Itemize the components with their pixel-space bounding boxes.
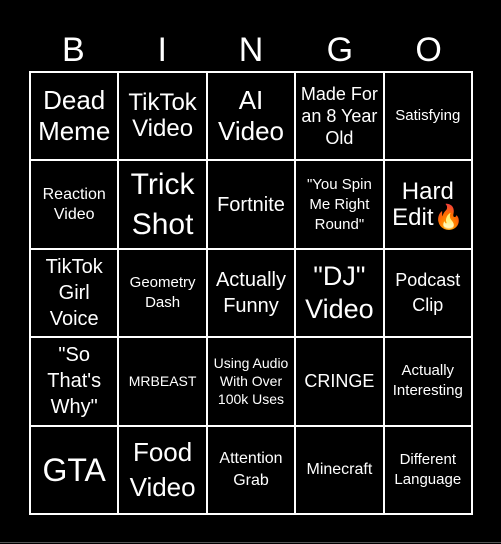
cell-label: CRINGE <box>304 371 375 392</box>
bingo-header: B I N G O <box>29 28 473 72</box>
bingo-cell-r4c5[interactable]: Actually Interesting <box>384 338 471 425</box>
cell-label: Food Video <box>129 436 196 502</box>
bingo-cell-r3c5[interactable]: Podcast Clip <box>384 249 471 337</box>
cell-label: "DJ" Video <box>305 260 374 324</box>
bingo-cell-r3c1[interactable]: TikTok Girl Voice <box>31 249 118 337</box>
cell-label: AI Video <box>217 85 284 147</box>
bingo-cell-r1c2[interactable]: TikTok Video <box>119 73 206 160</box>
bingo-board: Dead Meme TikTok Video AI Video Made For… <box>29 71 473 515</box>
cell-label: Dead Meme <box>38 85 111 147</box>
cell-label: "So That's Why" <box>47 344 102 419</box>
cell-label: Podcast Clip <box>395 269 461 315</box>
cell-label: Actually Interesting <box>392 362 463 400</box>
cell-label: Hard Edit🔥 <box>392 177 464 231</box>
bingo-cell-r3c2[interactable]: Geometry Dash <box>119 249 206 337</box>
header-letter-o: O <box>415 31 442 69</box>
bingo-cell-r5c1[interactable]: GTA <box>31 426 118 513</box>
cell-label: Minecraft <box>306 460 373 478</box>
bingo-cell-r5c5[interactable]: Different Language <box>384 426 471 513</box>
header-letter-n: N <box>238 31 264 69</box>
cell-label: Geometry Dash <box>129 273 196 311</box>
cell-label: GTA <box>42 451 106 488</box>
cell-label: Satisfying <box>395 107 461 125</box>
bingo-cell-r1c3[interactable]: AI Video <box>207 73 295 160</box>
cell-label: Fortnite <box>217 193 285 216</box>
bingo-cell-r3c3[interactable]: Actually Funny <box>207 249 295 337</box>
bingo-cell-r2c3[interactable]: Fortnite <box>207 161 295 248</box>
bingo-cell-r1c5[interactable]: Satisfying <box>384 73 471 160</box>
bottom-divider <box>0 542 501 543</box>
cell-label: Using Audio With Over 100k Uses <box>213 355 289 408</box>
cell-label: Reaction Video <box>42 185 106 223</box>
bingo-cell-r2c5[interactable]: Hard Edit🔥 <box>384 161 471 248</box>
cell-label: Actually Funny <box>215 268 286 317</box>
bingo-cell-r5c4[interactable]: Minecraft <box>296 426 383 513</box>
bingo-cell-r5c2[interactable]: Food Video <box>119 426 206 513</box>
header-letter-b: B <box>62 31 85 69</box>
bingo-cell-r1c4[interactable]: Made For an 8 Year Old <box>296 73 383 160</box>
cell-label: Trick Shot <box>130 167 195 241</box>
cell-label: Made For an 8 Year Old <box>300 84 378 149</box>
bingo-cell-r3c4[interactable]: "DJ" Video <box>296 249 383 337</box>
bingo-cell-r5c3[interactable]: Attention Grab <box>207 426 295 513</box>
cell-label: "You Spin Me Right Round" <box>306 175 372 233</box>
bingo-cell-r2c4[interactable]: "You Spin Me Right Round" <box>296 161 383 248</box>
cell-label: TikTok Girl Voice <box>45 255 103 330</box>
bingo-cell-r2c1[interactable]: Reaction Video <box>31 161 118 248</box>
bingo-cell-r1c1[interactable]: Dead Meme <box>31 73 118 160</box>
cell-label: Attention Grab <box>219 449 283 489</box>
bingo-cell-r4c1[interactable]: "So That's Why" <box>31 338 118 425</box>
cell-label: Different Language <box>394 450 462 488</box>
header-letter-g: G <box>326 31 354 69</box>
cell-label: TikTok Video <box>128 89 197 143</box>
bingo-cell-r4c2[interactable]: MRBEAST <box>119 338 206 425</box>
bingo-cell-r2c2[interactable]: Trick Shot <box>119 161 206 248</box>
cell-label: MRBEAST <box>128 373 197 390</box>
bingo-cell-r4c4[interactable]: CRINGE <box>296 338 383 425</box>
header-letter-i: I <box>157 31 167 69</box>
bingo-cell-r4c3[interactable]: Using Audio With Over 100k Uses <box>207 338 295 425</box>
